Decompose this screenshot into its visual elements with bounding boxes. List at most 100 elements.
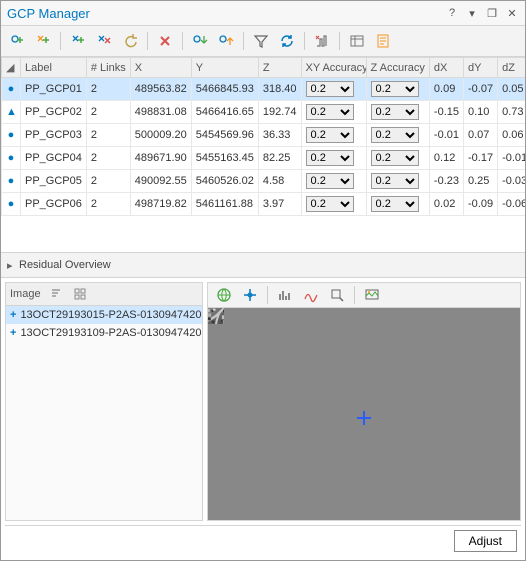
cell-xyacc: 0.2: [301, 170, 366, 193]
cell-x: 490092.55: [130, 170, 191, 193]
gcp-type-icon: ●: [6, 175, 16, 187]
cell-dx: 0.02: [429, 193, 463, 216]
cell-zacc: 0.2: [366, 124, 429, 147]
accuracy-select[interactable]: 0.2: [306, 196, 354, 212]
accuracy-select[interactable]: 0.2: [306, 173, 354, 189]
expand-icon[interactable]: +: [10, 327, 16, 339]
filter-icon[interactable]: [249, 29, 273, 53]
accuracy-select[interactable]: 0.2: [371, 127, 419, 143]
image-display-icon[interactable]: [360, 283, 384, 307]
image-list-item[interactable]: +13OCT29193015-P2AS-0130947420: [6, 306, 202, 324]
cell-dz: -0.03: [498, 170, 525, 193]
restore-button[interactable]: ❐: [483, 4, 501, 22]
check-accuracy-icon[interactable]: [310, 29, 334, 53]
accuracy-select[interactable]: 0.2: [306, 150, 354, 166]
toolbar-separator: [339, 32, 340, 50]
cell-zacc: 0.2: [366, 78, 429, 101]
cell-links: 2: [86, 78, 130, 101]
refresh-icon[interactable]: [275, 29, 299, 53]
table-header-row: ◢ Label # Links X Y Z XY Accuracy Z Accu…: [2, 58, 526, 78]
magnifier-icon[interactable]: [325, 283, 349, 307]
cell-x: 498719.82: [130, 193, 191, 216]
col-label[interactable]: Label: [21, 58, 87, 78]
help-button[interactable]: ?: [443, 4, 461, 22]
toolbar-separator: [147, 32, 148, 50]
table-row[interactable]: ●PP_GCP052490092.555460526.024.580.20.2-…: [2, 170, 526, 193]
expand-icon[interactable]: +: [10, 309, 16, 321]
compute-links-icon[interactable]: [66, 29, 90, 53]
delete-links-icon[interactable]: [92, 29, 116, 53]
sort-layers-icon[interactable]: [47, 285, 65, 303]
gcp-type-icon: ●: [6, 129, 16, 141]
col-links[interactable]: # Links: [86, 58, 130, 78]
export-gcp-icon[interactable]: [214, 29, 238, 53]
close-button[interactable]: ✕: [503, 4, 521, 22]
toolbar-separator: [60, 32, 61, 50]
image-panel-title: Image: [10, 288, 41, 300]
cell-y: 5461161.88: [191, 193, 258, 216]
cell-dx: 0.09: [429, 78, 463, 101]
table-row[interactable]: ●PP_GCP032500009.205454569.9636.330.20.2…: [2, 124, 526, 147]
tie-point-icon[interactable]: [238, 283, 262, 307]
profile-icon[interactable]: [299, 283, 323, 307]
table-row[interactable]: ●PP_GCP012489563.825466845.93318.400.20.…: [2, 78, 526, 101]
dropdown-button[interactable]: ▾: [463, 4, 481, 22]
image-list[interactable]: +13OCT29193015-P2AS-0130947420+13OCT2919…: [6, 306, 202, 520]
table-row[interactable]: ●PP_GCP062498719.825461161.883.970.20.20…: [2, 193, 526, 216]
accuracy-select[interactable]: 0.2: [306, 104, 354, 120]
gcp-type-icon: ●: [6, 83, 16, 95]
cell-label: PP_GCP06: [21, 193, 87, 216]
table-row[interactable]: ●PP_GCP042489671.905455163.4582.250.20.2…: [2, 147, 526, 170]
col-dx[interactable]: dX: [429, 58, 463, 78]
col-zacc[interactable]: Z Accuracy: [366, 58, 429, 78]
cell-dz: -0.01: [498, 147, 525, 170]
col-icon[interactable]: ◢: [2, 58, 21, 78]
accuracy-select[interactable]: 0.2: [371, 81, 419, 97]
accuracy-select[interactable]: 0.2: [371, 173, 419, 189]
residual-overview-header[interactable]: ▸ Residual Overview: [1, 253, 525, 278]
col-x[interactable]: X: [130, 58, 191, 78]
cell-z: 36.33: [258, 124, 301, 147]
col-y[interactable]: Y: [191, 58, 258, 78]
lower-pane: Image +13OCT29193015-P2AS-0130947420+13O…: [1, 278, 525, 560]
lower-content: Image +13OCT29193015-P2AS-0130947420+13O…: [5, 282, 521, 521]
cell-x: 489671.90: [130, 147, 191, 170]
delete-icon[interactable]: [153, 29, 177, 53]
col-dz[interactable]: dZ: [498, 58, 525, 78]
accuracy-select[interactable]: 0.2: [371, 150, 419, 166]
col-z[interactable]: Z: [258, 58, 301, 78]
accuracy-select[interactable]: 0.2: [306, 81, 354, 97]
toolbar-separator: [267, 286, 268, 304]
cell-z: 318.40: [258, 78, 301, 101]
main-toolbar: [1, 26, 525, 57]
accuracy-select[interactable]: 0.2: [306, 127, 354, 143]
col-dy[interactable]: dY: [464, 58, 498, 78]
accuracy-select[interactable]: 0.2: [371, 196, 419, 212]
viewer-panel: [207, 282, 521, 521]
adjust-button[interactable]: Adjust: [454, 530, 517, 552]
undo-icon[interactable]: [118, 29, 142, 53]
add-gcp-auto-icon[interactable]: [31, 29, 55, 53]
image-viewer[interactable]: [208, 308, 520, 520]
grid-view-icon[interactable]: [71, 285, 89, 303]
crosshair-icon: [357, 411, 371, 425]
gcp-table: ◢ Label # Links X Y Z XY Accuracy Z Accu…: [1, 57, 525, 216]
globe-icon[interactable]: [212, 283, 236, 307]
col-xyacc[interactable]: XY Accuracy: [301, 58, 366, 78]
log-icon[interactable]: [371, 29, 395, 53]
add-gcp-manual-icon[interactable]: [5, 29, 29, 53]
cell-label: PP_GCP03: [21, 124, 87, 147]
cell-dz: 0.05: [498, 78, 525, 101]
histogram-icon[interactable]: [273, 283, 297, 307]
gcp-table-container[interactable]: ◢ Label # Links X Y Z XY Accuracy Z Accu…: [1, 57, 525, 253]
cell-links: 2: [86, 124, 130, 147]
cell-dz: 0.06: [498, 124, 525, 147]
gcp-type-icon: ●: [6, 198, 16, 210]
import-gcp-icon[interactable]: [188, 29, 212, 53]
cell-z: 192.74: [258, 101, 301, 124]
accuracy-select[interactable]: 0.2: [371, 104, 419, 120]
cell-links: 2: [86, 193, 130, 216]
image-list-item[interactable]: +13OCT29193109-P2AS-0130947420: [6, 324, 202, 342]
table-options-icon[interactable]: [345, 29, 369, 53]
table-row[interactable]: ▲PP_GCP022498831.085466416.65192.740.20.…: [2, 101, 526, 124]
